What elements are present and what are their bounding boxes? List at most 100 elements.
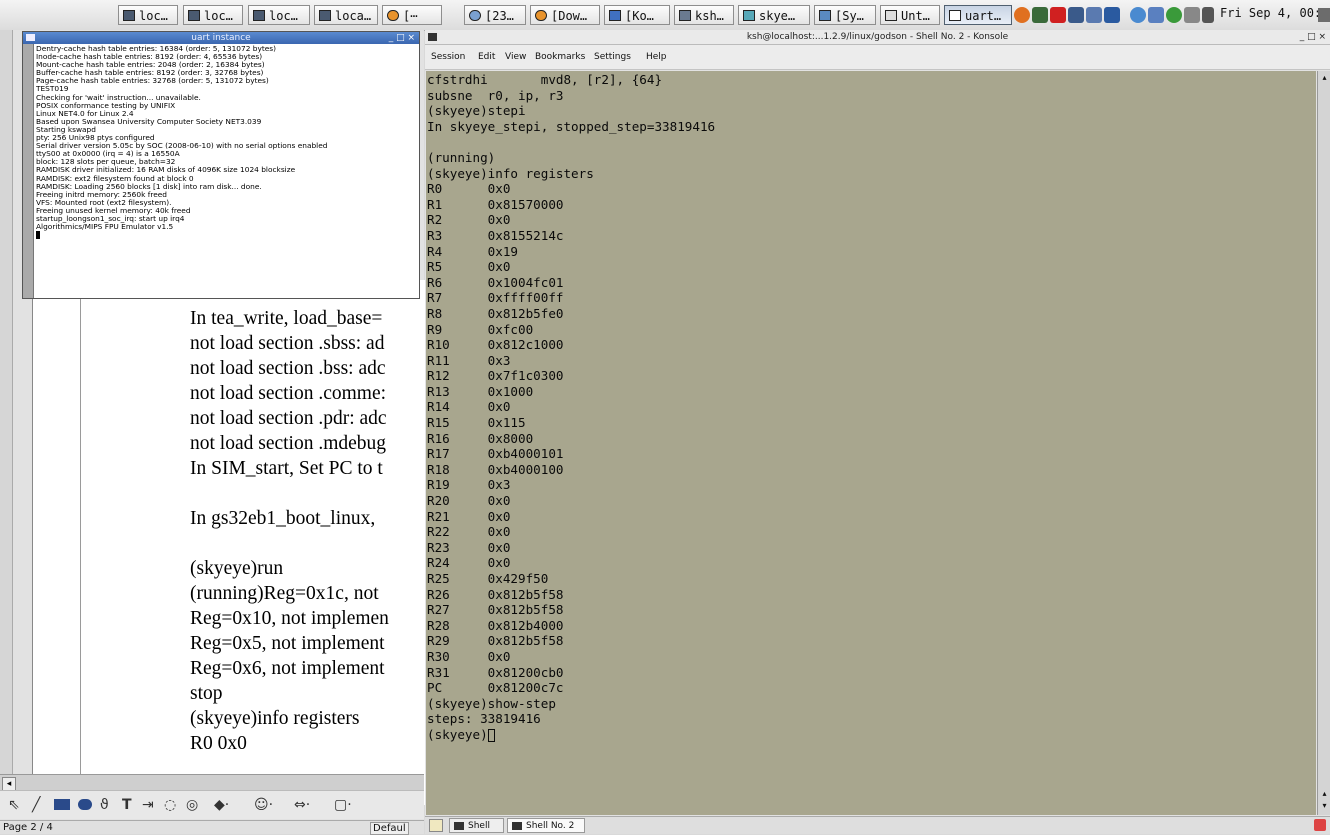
menu-bookmarks[interactable]: Bookmarks <box>535 52 585 62</box>
connector-tool-icon[interactable]: ⇥ <box>142 797 154 813</box>
terminal-line: R20 0x0 <box>427 493 511 509</box>
volume-icon[interactable] <box>1202 7 1214 23</box>
block-arrows-icon[interactable]: ⇔· <box>294 797 310 813</box>
doc-line: stop <box>190 683 223 704</box>
tab-shell[interactable]: Shell <box>449 818 504 833</box>
menu-edit[interactable]: Edit <box>478 52 495 62</box>
doc-line: (skyeye)run <box>190 558 284 579</box>
clock[interactable]: Fri Sep 4, 00:17 <box>1220 6 1330 20</box>
window-icon <box>253 10 265 21</box>
menu-settings[interactable]: Settings <box>594 52 631 62</box>
terminal-line: R30 0x0 <box>427 648 511 664</box>
close-session-icon[interactable] <box>1314 819 1326 831</box>
taskbar-button[interactable]: loc… <box>118 5 178 25</box>
doc-line: In gs32eb1_boot_linux, <box>190 508 376 529</box>
taskbar-button[interactable]: [⋯ <box>382 5 442 25</box>
konsole-window[interactable]: ksh@localhost:...1.2.9/linux/godson - Sh… <box>425 30 1330 834</box>
taskbar-button[interactable]: [Sy… <box>814 5 876 25</box>
terminal-line: R25 0x429f50 <box>427 571 549 586</box>
network-icon[interactable] <box>1104 7 1120 23</box>
terminal-line: R10 0x812c1000 <box>427 337 564 353</box>
menu-help[interactable]: Help <box>646 52 667 62</box>
uart-instance-window[interactable]: uart instance _ □ × Dentry-cache hash ta… <box>22 31 420 299</box>
tab-shell-no-2[interactable]: Shell No. 2 <box>507 818 585 833</box>
taskbar-button[interactable]: [23… <box>464 5 526 25</box>
window-titlebar[interactable]: ksh@localhost:...1.2.9/linux/godson - Sh… <box>425 30 1330 45</box>
doc-line: R0 0x0 <box>190 733 247 754</box>
basic-shapes-icon[interactable]: ◆· <box>214 797 229 813</box>
callout-tool-icon[interactable]: ◌ <box>164 797 176 813</box>
document-text[interactable]: In tea_write, load_base= not load sectio… <box>190 306 424 756</box>
terminal-line: R31 0x81200cb0 <box>427 664 564 680</box>
document-icon <box>885 10 897 21</box>
doc-line: Reg=0x5, not implement <box>190 633 385 654</box>
taskbar-button[interactable]: loca… <box>314 5 378 25</box>
doc-line: not load section .sbss: ad <box>190 333 385 354</box>
printer-icon[interactable] <box>1184 7 1200 23</box>
rectangle-tool-icon[interactable] <box>54 799 70 810</box>
page-style: Defaul <box>370 822 409 835</box>
drawing-toolbar: ⇖ ╱ ϑ T ⇥ ◌ ◎ ◆· ☺· ⇔· ▢· <box>0 790 424 819</box>
ellipse-tool-icon[interactable] <box>78 799 92 810</box>
terminal-line: R21 0x0 <box>427 508 511 524</box>
taskbar-button[interactable]: loc… <box>183 5 243 25</box>
curve-tool-icon[interactable]: ϑ <box>100 797 109 813</box>
image-icon[interactable] <box>1068 7 1084 23</box>
pdf-icon[interactable] <box>1050 7 1066 23</box>
doc-line: not load section .pdr: adc <box>190 408 387 429</box>
doc-line: not load section .comme: <box>190 383 387 404</box>
taskbar-button-uart[interactable]: uart… <box>944 5 1012 25</box>
terminal-output[interactable]: cfstrdhi mvd8, [r2], {64} subsne r0, ip, … <box>427 72 715 743</box>
taskbar-button[interactable]: skye… <box>738 5 810 25</box>
new-session-icon[interactable] <box>429 819 443 832</box>
select-arrow-icon[interactable]: ⇖ <box>8 797 20 813</box>
terminal-line: (skyeye)show-step <box>427 695 556 711</box>
window-titlebar[interactable]: uart instance _ □ × <box>23 32 419 44</box>
taskbar-button[interactable]: ksh… <box>674 5 734 25</box>
line-tool-icon[interactable]: ╱ <box>32 797 40 813</box>
status-bar: Page 2 / 4 Defaul <box>0 820 424 835</box>
menu-view[interactable]: View <box>505 52 526 62</box>
taskbar-button[interactable]: Unt… <box>880 5 940 25</box>
scroll-down-icon[interactable]: ▾ <box>1319 801 1330 811</box>
doc-line: (running)Reg=0x1c, not <box>190 583 379 604</box>
vertical-scrollbar[interactable] <box>23 44 34 298</box>
screen-icon[interactable] <box>1086 7 1102 23</box>
tray-app-icon[interactable] <box>1166 7 1182 23</box>
update-icon[interactable] <box>1130 7 1146 23</box>
taskbar-button[interactable]: [Dow… <box>530 5 600 25</box>
terminal-line: R17 0xb4000101 <box>427 446 564 462</box>
browser-icon <box>535 10 547 21</box>
points-tool-icon[interactable]: ◎ <box>186 797 198 813</box>
terminal-line: PC 0x81200c7c <box>427 680 564 696</box>
desktop-icon[interactable] <box>1318 8 1330 22</box>
monitor-icon[interactable] <box>1032 7 1048 23</box>
vertical-scrollbar[interactable]: ▴ ▴ ▾ <box>1317 71 1330 815</box>
firefox-icon[interactable] <box>1014 7 1030 23</box>
terminal-line: (skyeye)stepi <box>427 103 526 119</box>
window-icon <box>319 10 331 21</box>
terminal-line: cfstrdhi mvd8, [r2], {64} <box>427 72 663 87</box>
taskbar-button[interactable]: loc… <box>248 5 310 25</box>
window-controls[interactable]: _ □ × <box>1300 30 1326 44</box>
window-controls[interactable]: _ □ × <box>389 32 415 44</box>
clipboard-icon[interactable] <box>1148 7 1164 23</box>
scroll-up-icon[interactable]: ▴ <box>1319 789 1330 799</box>
terminal-area[interactable]: cfstrdhi mvd8, [r2], {64} subsne r0, ip, … <box>426 71 1316 815</box>
text-tool-icon[interactable]: T <box>122 797 132 813</box>
flowchart-icon[interactable]: ▢· <box>334 797 352 813</box>
terminal-prompt: (skyeye) <box>427 726 488 742</box>
scroll-left-icon[interactable]: ◂ <box>2 777 16 791</box>
terminal-line: R9 0xfc00 <box>427 321 534 337</box>
menu-session[interactable]: Session <box>431 52 465 62</box>
doc-line: (skyeye)info registers <box>190 708 360 729</box>
symbol-shapes-icon[interactable]: ☺· <box>254 797 273 813</box>
window-icon <box>949 10 961 21</box>
horizontal-scrollbar[interactable]: ◂ <box>0 774 424 791</box>
terminal-line: R5 0x0 <box>427 259 511 275</box>
taskbar-button[interactable]: [Ko… <box>604 5 670 25</box>
scroll-up-icon[interactable]: ▴ <box>1319 73 1330 83</box>
uart-console-output[interactable]: Dentry-cache hash table entries: 16384 (… <box>36 45 418 240</box>
terminal-line: R2 0x0 <box>427 212 511 228</box>
